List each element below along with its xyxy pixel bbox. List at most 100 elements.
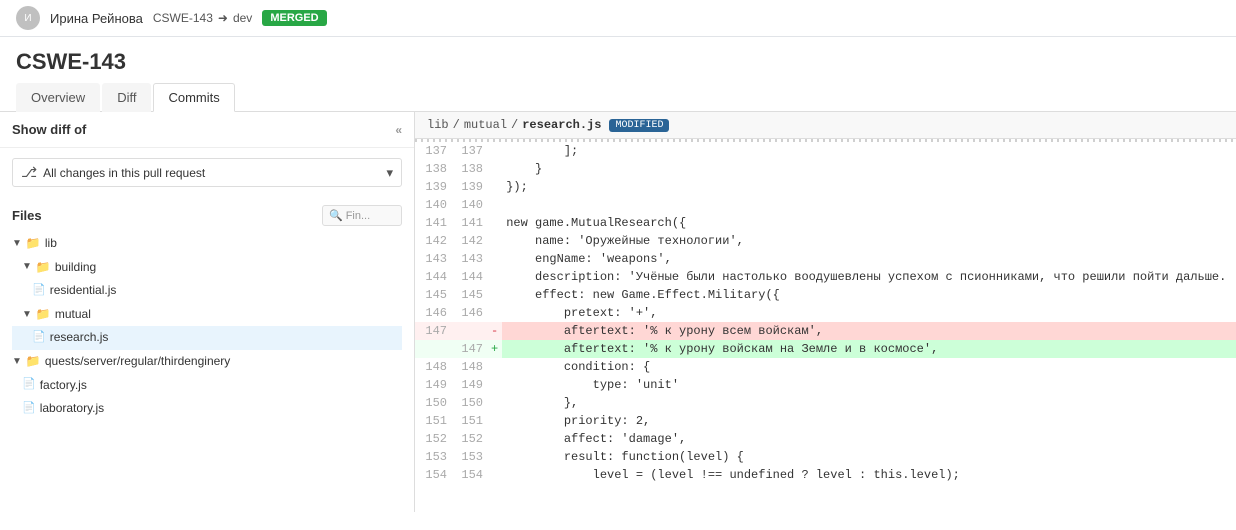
line-content: } <box>502 160 1236 178</box>
line-content: type: 'unit' <box>502 376 1236 394</box>
diff-selector-text: All changes in this pull request <box>43 166 380 180</box>
tree-item-lib[interactable]: ▼ 📁 lib <box>12 232 402 256</box>
table-row: 141141new game.MutualResearch({ <box>415 214 1236 232</box>
show-diff-label: Show diff of <box>12 122 86 137</box>
line-num-right: 138 <box>451 160 487 178</box>
folder-icon: 📁 <box>36 257 51 279</box>
file-icon: 📄 <box>22 375 36 395</box>
tree-label-mutual: mutual <box>55 304 91 326</box>
line-content: pretext: '+', <box>502 304 1236 322</box>
main-layout: Show diff of « ⎇ All changes in this pul… <box>0 112 1236 512</box>
tree-item-factory[interactable]: 📄 factory.js <box>12 374 402 398</box>
line-num-left: 150 <box>415 394 451 412</box>
diff-view: lib / mutual / research.js MODIFIED 1371… <box>415 112 1236 512</box>
files-search[interactable]: 🔍 Fin... <box>322 205 402 226</box>
line-num-right: 148 <box>451 358 487 376</box>
tree-item-residential[interactable]: 📄 residential.js <box>12 279 402 303</box>
line-content <box>502 196 1236 214</box>
line-marker <box>487 358 502 376</box>
line-content: aftertext: '% к урону войскам на Земле и… <box>502 340 1236 358</box>
table-row: 142142 name: 'Оружейные технологии', <box>415 232 1236 250</box>
line-marker <box>487 304 502 322</box>
line-num-left: 154 <box>415 466 451 484</box>
table-row: 138138 } <box>415 160 1236 178</box>
line-content: description: 'Учёные были настолько воод… <box>502 268 1236 286</box>
table-row: 152152 affect: 'damage', <box>415 430 1236 448</box>
line-num-right: 151 <box>451 412 487 430</box>
line-num-left: 145 <box>415 286 451 304</box>
line-num-left: 143 <box>415 250 451 268</box>
chevron-down-icon: ▾ <box>386 165 393 181</box>
table-row: 137137 ]; <box>415 142 1236 160</box>
table-row: 151151 priority: 2, <box>415 412 1236 430</box>
branch-flow: CSWE-143 ➜ dev <box>153 11 252 25</box>
line-num-left: 142 <box>415 232 451 250</box>
line-num-right: 141 <box>451 214 487 232</box>
line-content: }, <box>502 394 1236 412</box>
files-header: Files 🔍 Fin... <box>12 205 402 226</box>
line-num-right: 147 <box>451 340 487 358</box>
line-content: engName: 'weapons', <box>502 250 1236 268</box>
line-marker <box>487 160 502 178</box>
line-marker: + <box>487 340 502 358</box>
folder-icon: 📁 <box>36 304 51 326</box>
line-content: }); <box>502 178 1236 196</box>
line-num-left: 138 <box>415 160 451 178</box>
line-num-right: 143 <box>451 250 487 268</box>
line-num-left: 149 <box>415 376 451 394</box>
line-content: name: 'Оружейные технологии', <box>502 232 1236 250</box>
tree-item-mutual[interactable]: ▼ 📁 mutual <box>12 303 402 327</box>
line-marker <box>487 214 502 232</box>
table-row: 153153 result: function(level) { <box>415 448 1236 466</box>
path-sep1: / <box>453 118 460 132</box>
path-sep2: / <box>511 118 518 132</box>
tab-commits[interactable]: Commits <box>153 83 234 112</box>
table-row: 143143 engName: 'weapons', <box>415 250 1236 268</box>
line-num-left <box>415 340 451 358</box>
line-content: effect: new Game.Effect.Military({ <box>502 286 1236 304</box>
header-bar: И Ирина Рейнова CSWE-143 ➜ dev MERGED <box>0 0 1236 37</box>
tree-item-laboratory[interactable]: 📄 laboratory.js <box>12 397 402 421</box>
table-row: 149149 type: 'unit' <box>415 376 1236 394</box>
path-lib: lib <box>427 118 449 132</box>
table-row: 147- aftertext: '% к урону всем войскам'… <box>415 322 1236 340</box>
line-num-left: 137 <box>415 142 451 160</box>
folder-icon: 📁 <box>26 233 41 255</box>
table-row: 150150 }, <box>415 394 1236 412</box>
tree-item-research[interactable]: 📄 research.js <box>12 326 402 350</box>
tab-overview[interactable]: Overview <box>16 83 100 112</box>
tree-item-building[interactable]: ▼ 📁 building <box>12 256 402 280</box>
table-row: 154154 level = (level !== undefined ? le… <box>415 466 1236 484</box>
tree-label-factory: factory.js <box>40 375 87 397</box>
tree-item-quests[interactable]: ▼ 📁 quests/server/regular/thirdenginery <box>12 350 402 374</box>
table-row: 140140 <box>415 196 1236 214</box>
table-row: 145145 effect: new Game.Effect.Military(… <box>415 286 1236 304</box>
diff-file-name: research.js <box>522 118 601 132</box>
line-marker <box>487 250 502 268</box>
line-num-right: 145 <box>451 286 487 304</box>
folder-icon: 📁 <box>26 351 41 373</box>
sidebar-header: Show diff of « <box>0 112 414 148</box>
line-content: aftertext: '% к урону всем войскам', <box>502 322 1236 340</box>
file-icon: 📄 <box>32 328 46 348</box>
file-tree: ▼ 📁 lib ▼ 📁 building 📄 residential.js <box>12 232 402 421</box>
branch-from: CSWE-143 <box>153 11 213 25</box>
diff-selector[interactable]: ⎇ All changes in this pull request ▾ <box>12 158 402 187</box>
line-num-right: 150 <box>451 394 487 412</box>
line-marker <box>487 430 502 448</box>
files-section: Files 🔍 Fin... ▼ 📁 lib ▼ 📁 building <box>0 197 414 425</box>
line-num-left: 153 <box>415 448 451 466</box>
line-marker <box>487 196 502 214</box>
chevron-icon: ▼ <box>12 353 22 371</box>
line-num-right <box>451 322 487 340</box>
line-content: affect: 'damage', <box>502 430 1236 448</box>
line-marker: - <box>487 322 502 340</box>
line-num-right: 137 <box>451 142 487 160</box>
line-num-right: 140 <box>451 196 487 214</box>
line-content: result: function(level) { <box>502 448 1236 466</box>
line-marker <box>487 448 502 466</box>
tree-label-lib: lib <box>45 233 57 255</box>
collapse-icon[interactable]: « <box>395 123 402 137</box>
tree-label-laboratory: laboratory.js <box>40 398 104 420</box>
tab-diff[interactable]: Diff <box>102 83 151 112</box>
